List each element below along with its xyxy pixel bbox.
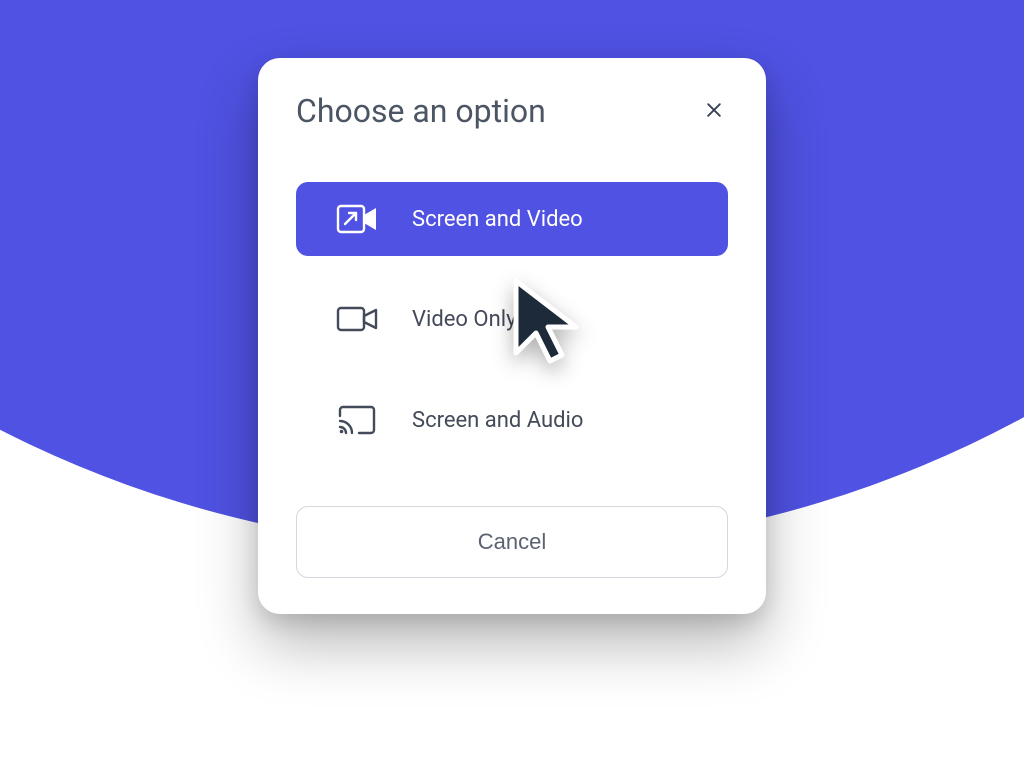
cast-icon <box>336 404 378 436</box>
cursor-icon <box>510 277 584 371</box>
option-screen-and-audio[interactable]: Screen and Audio <box>296 382 728 458</box>
cancel-label: Cancel <box>478 529 546 554</box>
option-label: Video Only <box>412 307 516 332</box>
screen-video-icon <box>336 204 378 234</box>
option-label: Screen and Audio <box>412 408 583 433</box>
close-button[interactable] <box>700 96 728 127</box>
cancel-button[interactable]: Cancel <box>296 506 728 578</box>
modal-title: Choose an option <box>296 92 546 130</box>
option-screen-and-video[interactable]: Screen and Video <box>296 182 728 256</box>
option-label: Screen and Video <box>412 207 583 232</box>
video-icon <box>336 304 378 334</box>
close-icon <box>704 108 724 123</box>
modal-header: Choose an option <box>296 92 728 130</box>
